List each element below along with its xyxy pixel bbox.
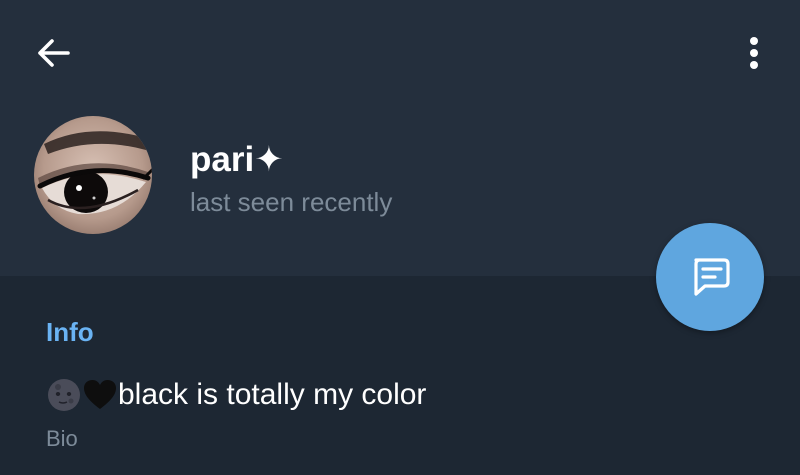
profile-name: pari✦ <box>190 140 284 179</box>
new-moon-face-emoji <box>48 379 80 411</box>
black-heart-emoji <box>84 380 116 409</box>
eye-photo-avatar <box>34 116 152 234</box>
avatar[interactable] <box>34 116 152 234</box>
arrow-left-icon <box>38 39 70 67</box>
bio-label: Bio <box>46 426 78 451</box>
bio-text: black is totally my color <box>118 378 427 411</box>
more-vertical-icon <box>750 37 758 69</box>
send-message-button[interactable] <box>656 223 764 331</box>
info-section-title: Info <box>46 317 94 347</box>
profile-screen: pari✦ last seen recently Info black is t… <box>0 0 800 475</box>
message-icon <box>694 258 730 296</box>
more-options-button[interactable] <box>732 30 776 76</box>
bio-row[interactable]: black is totally my color <box>46 374 426 416</box>
back-button[interactable] <box>30 30 76 76</box>
last-seen-status: last seen recently <box>190 187 393 217</box>
